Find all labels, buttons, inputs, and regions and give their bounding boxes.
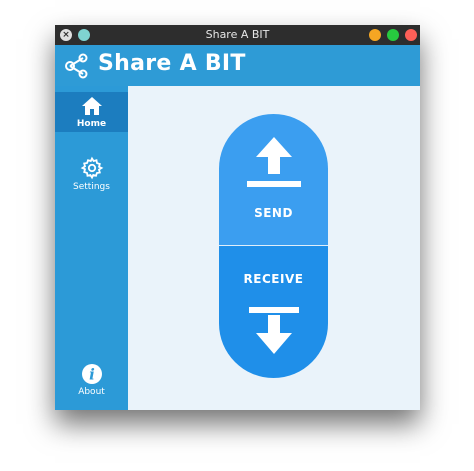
- send-label: SEND: [254, 206, 293, 220]
- app-header: Share A BIT: [55, 45, 420, 86]
- window-title: Share A BIT: [205, 28, 270, 41]
- sidebar-item-settings[interactable]: Settings: [55, 156, 128, 196]
- download-arrow-icon: [249, 307, 299, 354]
- sidebar-item-about[interactable]: i About: [55, 363, 128, 403]
- sidebar-item-label: Home: [76, 119, 107, 129]
- gear-icon: [80, 156, 103, 180]
- sidebar-item-label: Settings: [73, 182, 110, 192]
- send-button[interactable]: SEND: [219, 114, 328, 245]
- title-bar[interactable]: × Share A BIT: [55, 25, 420, 45]
- svg-text:i: i: [89, 366, 95, 384]
- sidebar-item-label: About: [78, 387, 105, 397]
- close-button[interactable]: [405, 29, 417, 41]
- receive-button[interactable]: RECEIVE: [219, 246, 328, 378]
- app-title: Share A BIT: [98, 51, 246, 76]
- minimize-button[interactable]: [369, 29, 381, 41]
- sidebar: Home Settings i About: [55, 86, 128, 410]
- sidebar-item-home[interactable]: Home: [55, 92, 128, 132]
- maximize-button[interactable]: [387, 29, 399, 41]
- home-icon: [81, 97, 102, 115]
- upload-arrow-icon: [247, 137, 301, 187]
- share-icon: [65, 53, 88, 79]
- app-window: × Share A BIT Share A BIT Home Settings …: [55, 25, 420, 410]
- receive-label: RECEIVE: [243, 272, 304, 286]
- info-icon: i: [81, 364, 102, 384]
